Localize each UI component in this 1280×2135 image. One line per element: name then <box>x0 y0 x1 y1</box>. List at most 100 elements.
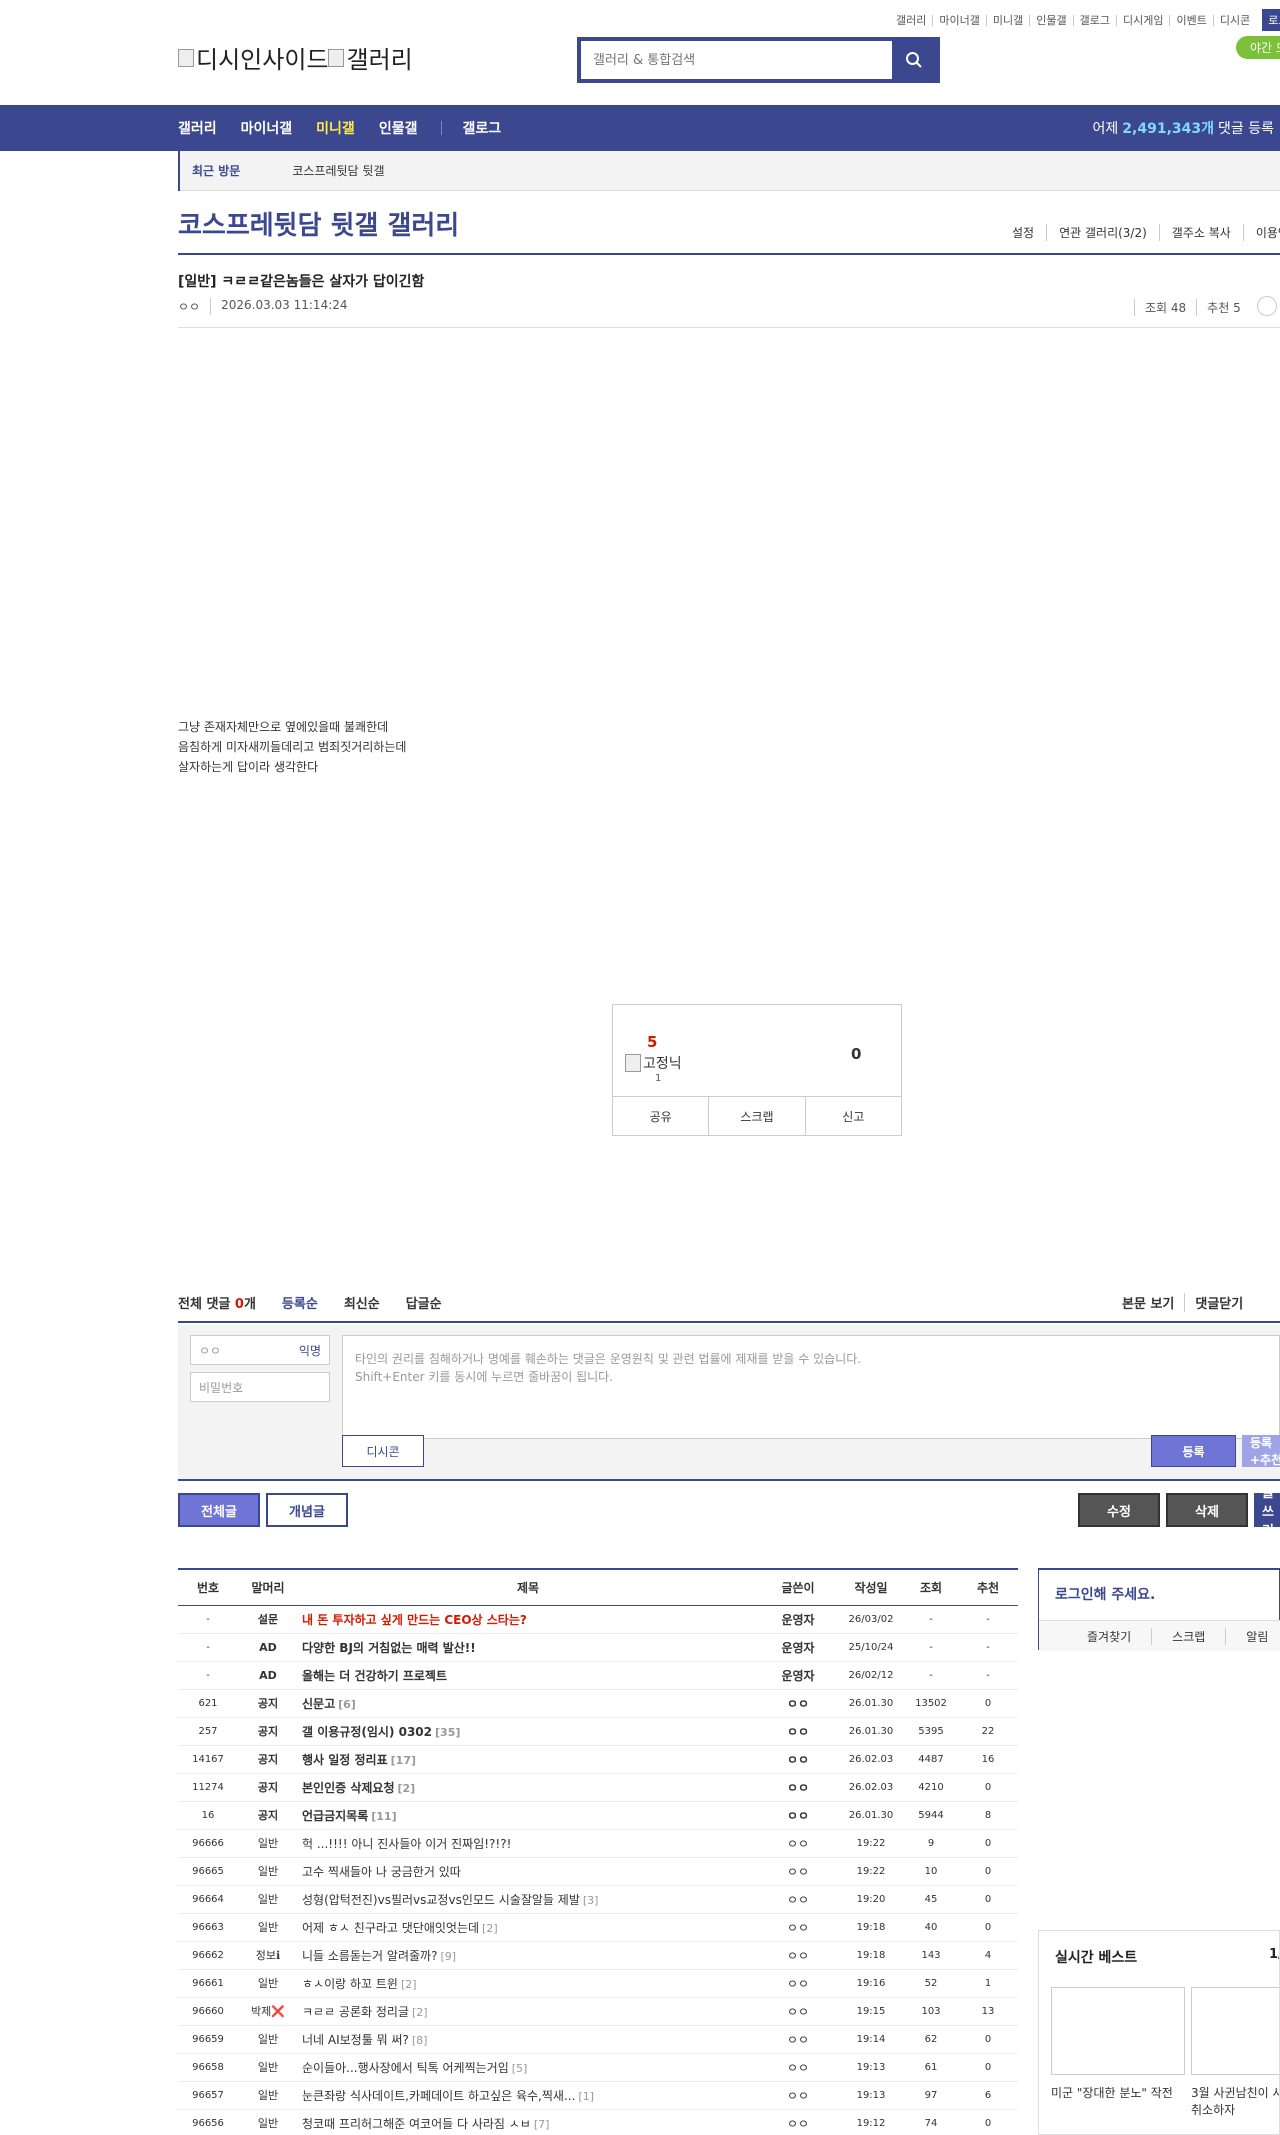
concept-posts-button[interactable]: 개념글 <box>266 1493 348 1527</box>
post-writer[interactable]: ㅇㅇ <box>758 2025 838 2054</box>
table-row[interactable]: 96659 일반 너네 AI보정툴 뭐 써? [8] ㅇㅇ 19:14 62 0 <box>178 2025 1018 2054</box>
scrap-link[interactable]: 스크랩 <box>1151 1627 1225 1645</box>
post-writer[interactable]: 운영자 <box>758 1605 838 1634</box>
table-row[interactable]: - 설문 내 돈 투자하고 싶게 만드는 CEO상 스타는? 운영자 26/03/02-… <box>178 1605 1018 1634</box>
post-subject-text[interactable]: ㅋㄹㄹ 공론화 정리글 <box>302 2005 409 2019</box>
table-row[interactable]: 96657 일반 눈큰좌랑 식사데이트,카페데이트 하고싶은 육수,찍새... [1]… <box>178 2081 1018 2110</box>
nav-gallery[interactable]: 갤러리 <box>178 118 217 138</box>
post-subject[interactable]: 눈큰좌랑 식사데이트,카페데이트 하고싶은 육수,찍새... [1] <box>298 2081 758 2110</box>
post-subject[interactable]: 너네 AI보정툴 뭐 써? [8] <box>298 2025 758 2054</box>
post-subject-text[interactable]: 어제 ㅎㅅ 친구라고 댓단애잇엇는데 <box>302 1921 479 1935</box>
post-subject[interactable]: 니들 소름돋는거 알려줄까? [9] <box>298 1941 758 1970</box>
search-button[interactable] <box>892 41 936 79</box>
reply-count[interactable]: [5] <box>512 2062 528 2075</box>
post-writer[interactable]: ㅇㅇ <box>758 1941 838 1970</box>
table-row[interactable]: 257 공지 갤 이용규정(임시) 0302 [35] ㅇㅇ 26.01.30 5395 22 <box>178 1717 1018 1746</box>
sort-reply[interactable]: 답글순 <box>406 1293 442 1312</box>
post-writer[interactable]: ㅇㅇ <box>758 1997 838 2026</box>
copy-address[interactable]: 갤주소 복사 <box>1158 224 1243 241</box>
post-writer[interactable]: ㅇㅇ <box>758 1969 838 1998</box>
search-input[interactable] <box>581 41 892 79</box>
gallery-settings[interactable]: 설정 <box>1000 224 1046 241</box>
post-writer[interactable]: 운영자 <box>758 1661 838 1690</box>
dccon-button[interactable]: 디시콘 <box>342 1435 424 1467</box>
util-event[interactable]: 이벤트 <box>1169 14 1212 26</box>
gallery-title[interactable]: 코스프레뒷담 뒷갤 갤러리 <box>178 205 459 242</box>
table-row[interactable]: 14167 공지 행사 일정 정리표 [17] ㅇㅇ 26.02.03 4487 16 <box>178 1745 1018 1774</box>
table-row[interactable]: 96663 일반 어제 ㅎㅅ 친구라고 댓단애잇엇는데 [2] ㅇㅇ 19:18 40 0 <box>178 1913 1018 1942</box>
night-mode-toggle[interactable]: 야간 모드 <box>1236 36 1280 59</box>
scrap-button[interactable]: 스크랩 <box>708 1097 804 1136</box>
post-writer[interactable]: ㅇㅇ <box>758 1801 838 1830</box>
nickname-field[interactable]: ㅇㅇ 익명 <box>190 1335 330 1365</box>
post-subject[interactable]: 언급금지목록 [11] <box>298 1801 758 1830</box>
post-subject-text[interactable]: 언급금지목록 <box>302 1809 368 1823</box>
table-row[interactable]: 16 공지 언급금지목록 [11] ㅇㅇ 26.01.30 5944 8 <box>178 1801 1018 1830</box>
nav-person[interactable]: 인물갤 <box>379 118 418 138</box>
post-subject[interactable]: 성형(압턱전진)vs필러vs교정vs인모드 시술잘알들 제발 [3] <box>298 1885 758 1914</box>
share-button[interactable]: 공유 <box>613 1097 708 1136</box>
util-dcgame[interactable]: 디시게임 <box>1115 14 1169 26</box>
post-subject-text[interactable]: 눈큰좌랑 식사데이트,카페데이트 하고싶은 육수,찍새... <box>302 2089 575 2103</box>
more-icon[interactable] <box>1256 296 1277 316</box>
post-subject-text[interactable]: 올해는 더 건강하기 프로젝트 <box>302 1669 447 1683</box>
post-writer[interactable]: ㅇㅇ <box>758 2109 838 2135</box>
post-writer[interactable]: ㅇㅇ <box>758 1745 838 1774</box>
recommend-down-count[interactable]: 0 <box>851 1045 861 1063</box>
all-posts-button[interactable]: 전체글 <box>178 1493 260 1527</box>
nav-mini[interactable]: 미니갤 <box>316 118 355 138</box>
view-body-button[interactable]: 본문 보기 <box>1122 1293 1184 1312</box>
util-person[interactable]: 인물갤 <box>1029 14 1072 26</box>
comment-textarea[interactable]: 타인의 권리를 침해하거나 명예를 훼손하는 댓글은 운영원칙 및 관련 법률에… <box>342 1335 1280 1439</box>
post-subject[interactable]: ㅎㅅ이랑 하꼬 트윈 [2] <box>298 1969 758 1998</box>
post-writer[interactable]: ㅇㅇ <box>758 1773 838 1802</box>
post-writer[interactable]: ㅇㅇ <box>758 1717 838 1746</box>
table-row[interactable]: 621 공지 신문고 [6] ㅇㅇ 26.01.30 13502 0 <box>178 1689 1018 1718</box>
table-row[interactable]: 11274 공지 본인인증 삭제요청 [2] ㅇㅇ 26.02.03 4210 0 <box>178 1773 1018 1802</box>
recent-visit-item[interactable]: 코스프레뒷담 뒷갤 <box>292 162 384 179</box>
best-caption[interactable]: 미군 "장대한 분노" 작전 <box>1051 2085 1185 2102</box>
post-subject-text[interactable]: 갤 이용규정(임시) 0302 <box>302 1725 432 1739</box>
table-row[interactable]: 96658 일반 순이들아...행사장에서 틱톡 어케찍는거임 [5] ㅇㅇ 19:13 6… <box>178 2053 1018 2082</box>
post-subject-text[interactable]: 내 돈 투자하고 싶게 만드는 CEO상 스타는? <box>302 1613 527 1627</box>
comment-submit-recommend-button[interactable]: 등록+추천 <box>1242 1435 1280 1467</box>
favorites-link[interactable]: 즐겨찾기 <box>1039 1628 1151 1645</box>
post-subject-text[interactable]: 헉 ...!!!! 아니 진사들아 이거 진짜임!?!?! <box>302 1837 511 1851</box>
report-button[interactable]: 신고 <box>804 1097 901 1136</box>
table-row[interactable]: 96664 일반 성형(압턱전진)vs필러vs교정vs인모드 시술잘알들 제발 [3]… <box>178 1885 1018 1914</box>
post-subject[interactable]: 갤 이용규정(임시) 0302 [35] <box>298 1717 758 1746</box>
util-minor[interactable]: 마이너갤 <box>932 14 985 26</box>
post-writer[interactable]: ㅇㅇ <box>758 2053 838 2082</box>
reply-count[interactable]: [6] <box>338 1698 356 1711</box>
reply-count[interactable]: [9] <box>440 1950 456 1963</box>
post-subject-text[interactable]: 고수 찍새들아 나 궁금한거 있따 <box>302 1865 461 1879</box>
reply-count[interactable]: [8] <box>412 2034 428 2047</box>
util-gallog[interactable]: 갤로그 <box>1072 14 1116 26</box>
site-logo[interactable]: 디시인사이드 갤러리 <box>178 40 413 75</box>
post-subject[interactable]: 순이들아...행사장에서 틱톡 어케찍는거임 [5] <box>298 2053 758 2082</box>
post-subject[interactable]: 헉 ...!!!! 아니 진사들아 이거 진짜임!?!?! <box>298 1829 758 1858</box>
table-row[interactable]: 96660 박제❌ ㅋㄹㄹ 공론화 정리글 [2] ㅇㅇ 19:15 103 13 <box>178 1997 1018 2026</box>
table-row[interactable]: 96662 정보ℹ 니들 소름돋는거 알려줄까? [9] ㅇㅇ 19:18 143 4 <box>178 1941 1018 1970</box>
post-subject[interactable]: 본인인증 삭제요청 [2] <box>298 1773 758 1802</box>
comment-submit-button[interactable]: 등록 <box>1151 1435 1236 1467</box>
post-subject[interactable]: 고수 찍새들아 나 궁금한거 있따 <box>298 1857 758 1886</box>
util-dccon[interactable]: 디시콘 <box>1212 14 1256 26</box>
notification-link[interactable]: 알림 <box>1225 1627 1280 1645</box>
post-subject-text[interactable]: 신문고 <box>302 1697 335 1711</box>
login-button[interactable]: 로그인 <box>1262 9 1280 31</box>
post-writer[interactable]: ㅇㅇ <box>758 1689 838 1718</box>
recent-visit-label[interactable]: 최근 방문 <box>178 150 252 191</box>
post-subject-text[interactable]: ㅎㅅ이랑 하꼬 트윈 <box>302 1977 398 1991</box>
edit-button[interactable]: 수정 <box>1078 1493 1160 1527</box>
reply-count[interactable]: [2] <box>398 1782 416 1795</box>
password-field[interactable]: 비밀번호 <box>190 1372 330 1402</box>
post-subject-text[interactable]: 다양한 BJ의 거침없는 매력 발산!! <box>302 1641 476 1655</box>
nav-minor[interactable]: 마이너갤 <box>241 118 293 138</box>
util-gallery[interactable]: 갤러리 <box>890 15 932 26</box>
delete-button[interactable]: 삭제 <box>1166 1493 1248 1527</box>
post-writer[interactable]: ㅇㅇ <box>758 1885 838 1914</box>
related-gallery[interactable]: 연관 갤러리(3/2) <box>1046 224 1159 241</box>
post-writer[interactable]: ㅇㅇ <box>758 1913 838 1942</box>
util-mini[interactable]: 미니갤 <box>985 14 1029 26</box>
